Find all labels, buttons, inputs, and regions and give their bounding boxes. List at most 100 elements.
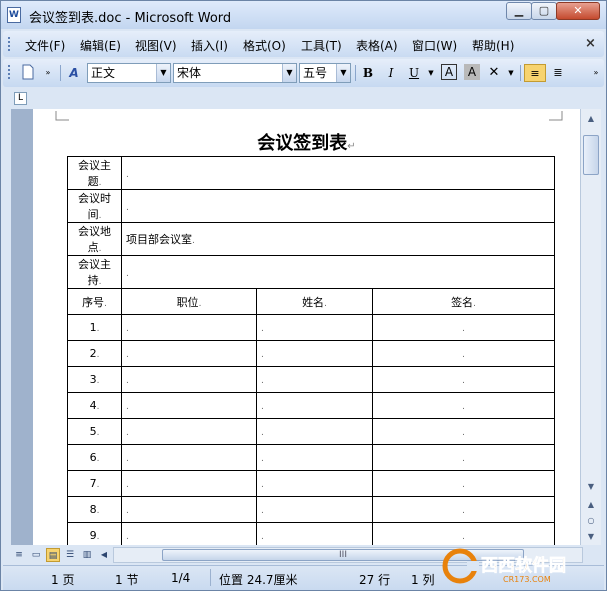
print-layout-view-icon[interactable]: ▤ (46, 548, 60, 562)
close-window-button[interactable]: ✕ (556, 2, 600, 20)
table-cell[interactable]: . (121, 255, 555, 289)
table-header-cell[interactable]: 姓名. (256, 288, 373, 315)
scroll-up-icon[interactable]: ▲ (583, 111, 599, 127)
menubar-grip[interactable] (8, 37, 13, 51)
table-row[interactable]: 会议时间. . (67, 189, 555, 223)
row-number-cell[interactable]: 6. (67, 444, 122, 471)
table-cell[interactable]: . (372, 392, 555, 419)
table-cell[interactable]: . (121, 496, 257, 523)
word-doc-icon[interactable]: W (7, 7, 21, 23)
row-number-cell[interactable]: 3. (67, 366, 122, 393)
table-cell[interactable]: . (372, 340, 555, 367)
chevron-down-icon[interactable]: ▼ (336, 64, 350, 82)
table-cell[interactable]: . (256, 340, 373, 367)
row-number-cell[interactable]: 8. (67, 496, 122, 523)
toolbar-options-icon[interactable]: » (587, 64, 605, 82)
table-header-cell[interactable]: 签名. (372, 288, 555, 315)
table-row[interactable]: 会议主持. . (67, 255, 555, 289)
table-row[interactable]: 2.... (67, 340, 555, 367)
table-cell[interactable]: . (121, 444, 257, 471)
toolbar-options-icon[interactable]: » (39, 64, 57, 82)
normal-view-icon[interactable]: ≡ (12, 548, 26, 562)
table-cell[interactable]: . (372, 418, 555, 445)
character-shading-icon[interactable]: A (464, 64, 480, 80)
table-cell[interactable]: . (256, 496, 373, 523)
table-row[interactable]: 1.... (67, 314, 555, 341)
table-row[interactable]: 6.... (67, 444, 555, 471)
table-row[interactable]: 7.... (67, 470, 555, 497)
menu-edit[interactable]: 编辑(E) (80, 37, 121, 54)
table-cell[interactable]: . (372, 366, 555, 393)
menu-view[interactable]: 视图(V) (135, 37, 177, 54)
menu-help[interactable]: 帮助(H) (472, 37, 514, 54)
bold-icon[interactable]: B (359, 64, 377, 82)
menu-file[interactable]: 文件(F) (25, 37, 65, 54)
outline-view-icon[interactable]: ☰ (63, 548, 77, 562)
web-layout-view-icon[interactable]: ▭ (29, 548, 43, 562)
table-cell[interactable]: . (121, 392, 257, 419)
row-number-cell[interactable]: 7. (67, 470, 122, 497)
table-cell[interactable]: . (372, 314, 555, 341)
table-cell[interactable]: 会议时间. (67, 189, 122, 223)
style-select[interactable]: 正文 ▼ (87, 63, 171, 83)
menu-tools[interactable]: 工具(T) (301, 37, 342, 54)
table-cell[interactable]: . (372, 470, 555, 497)
scroll-left-icon[interactable]: ◀ (97, 548, 111, 562)
table-cell[interactable]: . (121, 156, 555, 190)
row-number-cell[interactable]: 2. (67, 340, 122, 367)
table-header-row[interactable]: 序号. 职位. 姓名. 签名. (67, 288, 555, 315)
table-cell[interactable]: 会议地点. (67, 222, 122, 256)
document-page[interactable]: 会议签到表↵ 会议主题. . 会议时间. . 会议地点. 项目部会议室. 会议主… (33, 109, 580, 545)
menu-window[interactable]: 窗口(W) (412, 37, 457, 54)
scroll-down-icon[interactable]: ▼ (583, 479, 599, 495)
table-row[interactable]: 5.... (67, 418, 555, 445)
reading-layout-view-icon[interactable]: ▥ (80, 548, 94, 562)
table-cell[interactable]: . (121, 189, 555, 223)
table-cell[interactable]: . (121, 470, 257, 497)
document-title[interactable]: 会议签到表↵ (33, 129, 580, 155)
table-header-cell[interactable]: 职位. (121, 288, 257, 315)
menu-table[interactable]: 表格(A) (356, 37, 398, 54)
table-cell[interactable]: . (121, 522, 257, 545)
row-number-cell[interactable]: 1. (67, 314, 122, 341)
table-cell[interactable]: . (121, 366, 257, 393)
previous-page-icon[interactable]: ▲ (583, 497, 599, 513)
character-border-icon[interactable]: A (441, 64, 457, 80)
table-cell[interactable]: . (372, 444, 555, 471)
maximize-button[interactable]: ▢ (531, 2, 557, 20)
table-cell[interactable]: . (256, 522, 373, 545)
toolbar-grip[interactable] (8, 65, 13, 79)
align-justify-icon[interactable]: ≡ (524, 64, 546, 82)
table-cell[interactable]: . (372, 522, 555, 545)
table-row[interactable]: 9.... (67, 522, 555, 545)
menu-format[interactable]: 格式(O) (243, 37, 286, 54)
close-document-icon[interactable]: × (585, 36, 596, 51)
new-document-icon[interactable] (19, 64, 37, 82)
row-number-cell[interactable]: 4. (67, 392, 122, 419)
table-cell[interactable]: 项目部会议室. (121, 222, 555, 256)
vertical-scrollbar[interactable]: ▲ ▼ ▲ ○ ▼ (580, 109, 601, 545)
table-cell[interactable]: . (256, 366, 373, 393)
minimize-button[interactable]: ▁ (506, 2, 532, 20)
table-row[interactable]: 8.... (67, 496, 555, 523)
chevron-down-icon[interactable]: ▼ (502, 64, 520, 82)
table-header-cell[interactable]: 序号. (67, 288, 122, 315)
font-select[interactable]: 宋体 ▼ (173, 63, 297, 83)
chevron-down-icon[interactable]: ▼ (156, 64, 170, 82)
sign-in-table[interactable]: 会议主题. . 会议时间. . 会议地点. 项目部会议室. 会议主持. . 序号… (67, 156, 555, 545)
align-distributed-icon[interactable]: ≣ (549, 64, 567, 82)
styles-formatting-icon[interactable]: A (65, 64, 83, 82)
table-cell[interactable]: 会议主题. (67, 156, 122, 190)
document-area[interactable]: 会议签到表↵ 会议主题. . 会议时间. . 会议地点. 项目部会议室. 会议主… (11, 109, 580, 545)
menu-insert[interactable]: 插入(I) (191, 37, 228, 54)
table-row[interactable]: 会议地点. 项目部会议室. (67, 222, 555, 256)
table-cell[interactable]: . (121, 314, 257, 341)
underline-icon[interactable]: U (405, 64, 423, 82)
table-cell[interactable]: . (256, 314, 373, 341)
chevron-down-icon[interactable]: ▼ (282, 64, 296, 82)
table-cell[interactable]: . (121, 418, 257, 445)
tab-stop-selector[interactable]: L (14, 92, 27, 105)
table-cell[interactable]: . (256, 392, 373, 419)
table-cell[interactable]: 会议主持. (67, 255, 122, 289)
chevron-down-icon[interactable]: ▼ (422, 64, 440, 82)
